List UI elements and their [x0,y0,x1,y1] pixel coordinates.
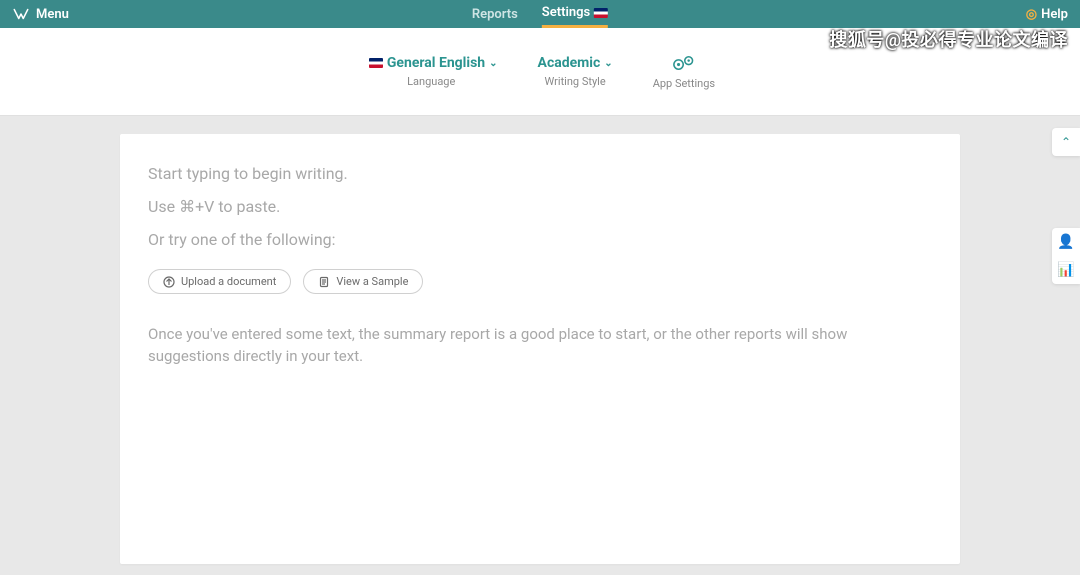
doc-icon [318,276,330,288]
gears-icon [670,53,698,73]
settings-subnav: General English ⌄ Language Academic ⌄ Wr… [0,28,1080,116]
uk-flag-icon [594,8,608,18]
subnav-app-settings[interactable]: App Settings [653,53,715,90]
chevron-down-icon: ⌄ [604,58,612,69]
editor-line-3: Or try one of the following: [148,230,932,249]
editor-line-1: Start typing to begin writing. [148,164,932,183]
subnav-style-title: Academic ⌄ [538,55,613,71]
user-icon: 👤 [1057,234,1074,250]
sample-label: View a Sample [336,275,408,288]
upload-document-button[interactable]: Upload a document [148,269,291,294]
editor-card[interactable]: Start typing to begin writing. Use ⌘+V t… [120,134,960,564]
top-tabs: Reports Settings [472,0,608,28]
profile-tool[interactable]: 👤 [1052,228,1080,256]
side-tools: 👤 📊 [1052,228,1080,284]
logo-icon [12,5,30,23]
chart-icon: 📊 [1057,262,1074,278]
help-button[interactable]: ◎ Help [1026,7,1068,22]
editor-actions: Upload a document View a Sample [148,269,932,294]
subnav-style-sub: Writing Style [545,75,606,88]
subnav-language-title: General English ⌄ [365,55,498,71]
editor-line-2: Use ⌘+V to paste. [148,197,932,216]
tab-settings[interactable]: Settings [542,0,608,28]
tab-reports[interactable]: Reports [472,0,518,28]
chevron-up-icon: ⌃ [1061,135,1071,149]
life-ring-icon: ◎ [1026,7,1037,22]
subnav-writing-style[interactable]: Academic ⌄ Writing Style [538,55,613,88]
menu-button[interactable]: Menu [12,5,69,23]
topbar: Menu Reports Settings ◎ Help [0,0,1080,28]
upload-icon [163,276,175,288]
subnav-app-sub: App Settings [653,77,715,90]
menu-label: Menu [36,7,69,22]
editor-hint: Once you've entered some text, the summa… [148,324,932,368]
chevron-down-icon: ⌄ [489,58,497,69]
uk-flag-icon [369,58,383,68]
view-sample-button[interactable]: View a Sample [303,269,423,294]
subnav-language-sub: Language [407,75,455,88]
subnav-language[interactable]: General English ⌄ Language [365,55,498,88]
workspace: Start typing to begin writing. Use ⌘+V t… [0,116,1080,564]
upload-label: Upload a document [181,275,276,288]
sidebar-collapse-button[interactable]: ⌃ [1052,128,1080,156]
stats-tool[interactable]: 📊 [1052,256,1080,284]
